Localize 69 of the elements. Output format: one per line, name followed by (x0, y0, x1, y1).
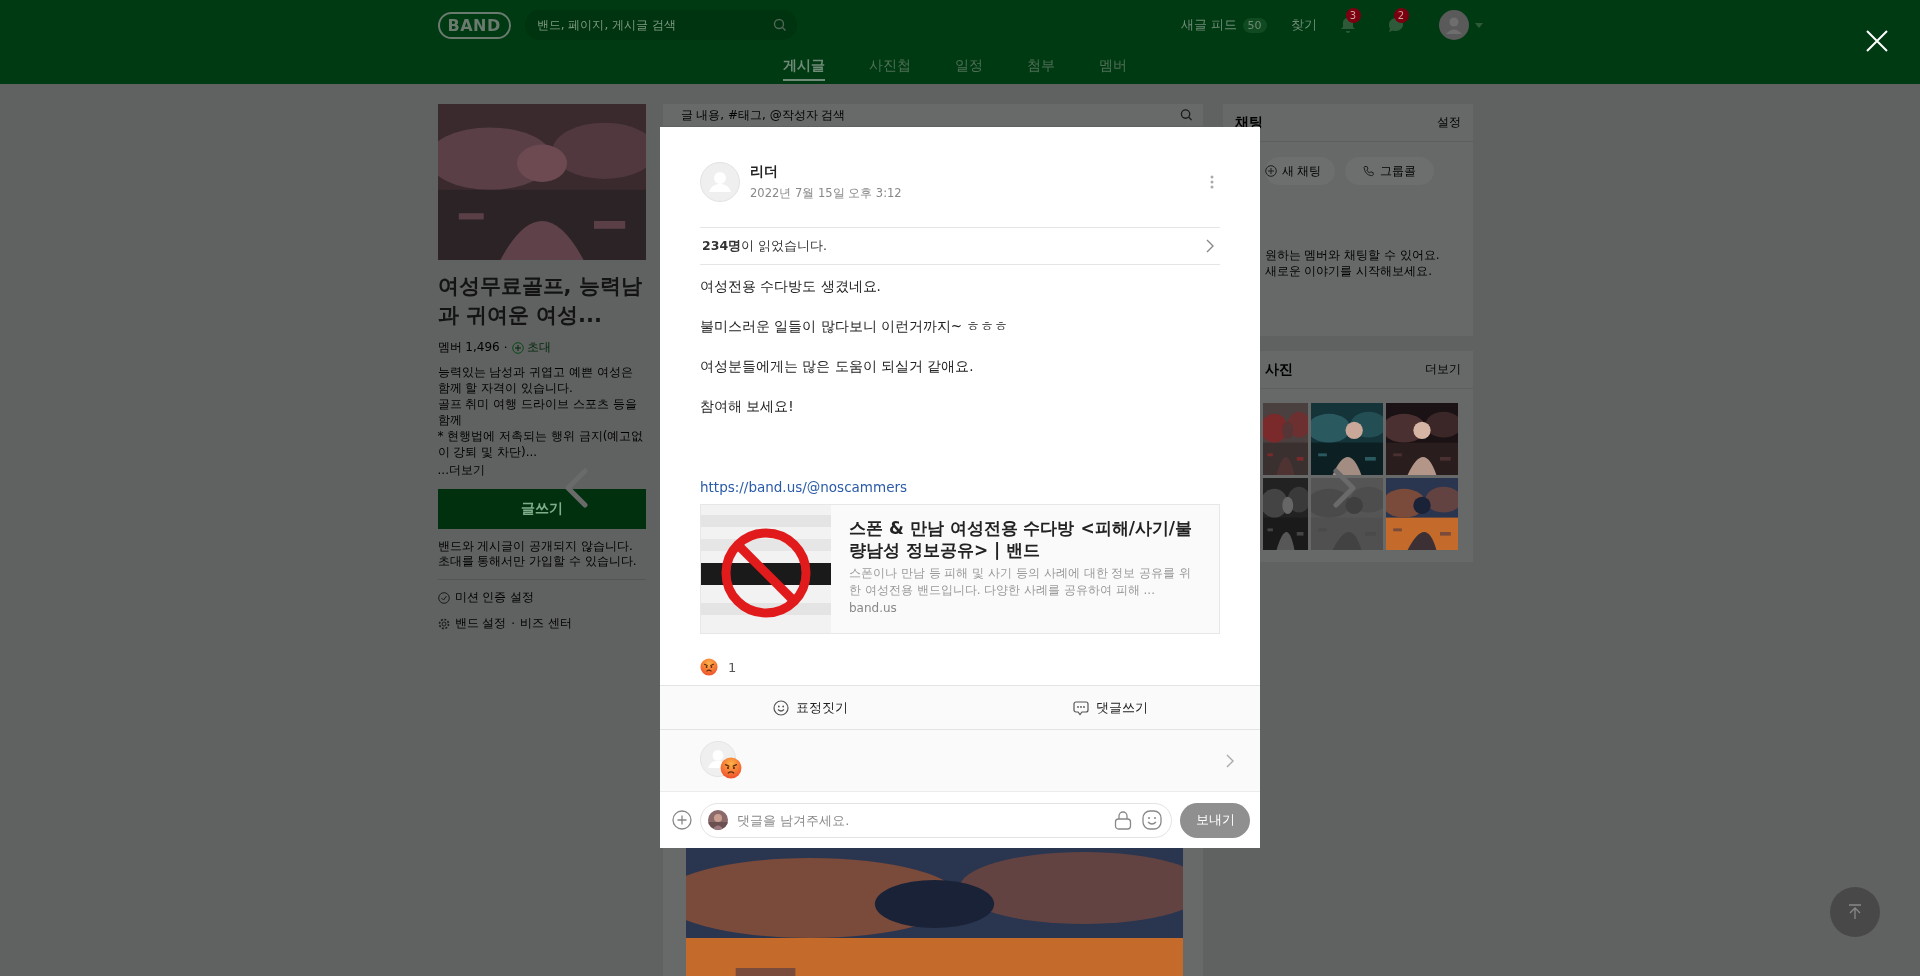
search-icon[interactable] (772, 18, 787, 32)
lock-icon[interactable] (1114, 809, 1132, 830)
band-logo[interactable]: BAND (437, 11, 511, 39)
more-link[interactable]: 더보기 (1424, 361, 1461, 378)
reaction-count: 1 (728, 659, 737, 675)
post-link[interactable]: https://band.us/@noscammers (700, 479, 908, 495)
feed-count: 50 (1242, 17, 1267, 33)
post-action-button[interactable]: 댓글쓰기 (960, 686, 1260, 729)
read-count-row[interactable]: 234명이 읽었습니다. (700, 227, 1220, 265)
write-button[interactable]: 글쓰기 (437, 489, 646, 529)
smiley-icon[interactable] (1142, 809, 1162, 830)
notification-button[interactable]: 2 (1378, 10, 1413, 40)
nav-tab[interactable]: 게시글 (783, 53, 825, 81)
author-name: 리더 (750, 163, 779, 181)
find-link[interactable]: 찾기 (1290, 16, 1317, 34)
more-menu-icon[interactable] (1210, 175, 1214, 189)
settings-link[interactable]: 미션 인증 설정 (454, 589, 535, 606)
arrow-up-icon (1848, 904, 1862, 920)
avatar-icon (700, 162, 740, 202)
plus-circle-icon (1264, 165, 1277, 177)
nav-tab[interactable]: 사진첩 (869, 53, 911, 81)
search-icon[interactable] (1179, 108, 1193, 122)
preview-domain: band.us (849, 601, 898, 615)
notification-button[interactable]: 3 (1330, 10, 1365, 40)
chevron-right-icon (1226, 753, 1234, 768)
nav-tab[interactable]: 멤버 (1099, 53, 1127, 81)
invite-link[interactable]: 초대 (511, 339, 551, 356)
plus-circle-icon (511, 341, 524, 354)
chevron-right-icon (1206, 239, 1214, 253)
settings-link[interactable]: 비즈 센터 (520, 615, 572, 632)
read-count: 234명이 읽었습니다. (702, 237, 829, 255)
count-badge: 2 (1393, 8, 1409, 23)
profile-avatar-icon[interactable] (1438, 10, 1469, 40)
angry-emoji-icon (700, 658, 718, 676)
phone-icon (1363, 165, 1376, 177)
close-icon[interactable] (1866, 30, 1888, 52)
preview-description: 스폰이나 만남 등 피해 및 사기 등의 사례에 대한 정보 공유를 위한 여성전용 밴드입니다. 다양한 사례를 공유하여 피해 ... (849, 565, 1192, 599)
check-circle-icon (437, 591, 450, 604)
post-search-field[interactable]: 글 내용, #태그, @작성자 검색 (662, 104, 1203, 126)
add-icon[interactable] (672, 810, 692, 830)
post-action-button[interactable]: 표정짓기 (660, 686, 960, 729)
angry-emoji-icon (720, 756, 742, 779)
gear-icon (437, 617, 450, 630)
chat-hint: 원하는 멤버와 채팅할 수 있어요. 새로운 이야기를 시작해보세요. (1264, 247, 1441, 279)
privacy-notice: 밴드와 게시글이 공개되지 않습니다. 초대를 통해서만 가입할 수 있습니다. (437, 539, 646, 580)
link-preview-card[interactable]: 스폰 & 만남 여성전용 수다방 <피해/사기/불량남성 정보공유> | 밴드 스폰이나 만남 등 피해 및 사기 등의 사례에 대한 정보 공유를 위한 여성전용 밴드입니다. 다양한 사례를 공유하여 피해 ... band.us (700, 504, 1220, 634)
settings-link[interactable]: 설정 (1436, 114, 1461, 131)
preview-title: 스폰 & 만남 여성전용 수다방 <피해/사기/불량남성 정보공유> | 밴드 (849, 517, 1194, 561)
separator-dot: · (503, 340, 508, 355)
band-title: 여성무료골프, 능력남과 귀여운 여성... (437, 273, 643, 329)
chat-button[interactable]: 그룹콜 (1345, 157, 1435, 185)
search-field[interactable]: 밴드, 페이지, 게시글 검색 (524, 10, 797, 40)
member-count: 멤버 1,496 (437, 339, 500, 356)
separator-dot: · (511, 616, 516, 631)
post-date: 2022년 7월 15일 오후 3:12 (750, 186, 902, 201)
more-link[interactable]: ...더보기 (437, 462, 485, 479)
nav-tab[interactable]: 첨부 (1027, 53, 1055, 81)
count-badge: 3 (1345, 8, 1361, 23)
band-description: 능력있는 남성과 귀엽고 예쁜 여성은 함께 할 자격이 있습니다. 골프 취미 여행 드라이브 스포츠 등을 함께 * 현행법에 저촉되는 행위 금지(예고없이 강퇴 및 차단)... (437, 364, 645, 460)
caret-icon[interactable] (1474, 22, 1483, 28)
smiley-icon (772, 699, 789, 716)
new-feed-link[interactable]: 새글 피드 (1181, 16, 1238, 34)
nav-tab[interactable]: 일정 (955, 53, 983, 81)
post-text: 여성전용 수다방도 생겼네요. 불미스러운 일들이 많다보니 이런거까지~ ㅎㅎㅎ 여성분들에게는 많은 도움이 되실거 같애요. 참여해 보세요! (700, 277, 1010, 416)
settings-link[interactable]: 밴드 설정 (454, 615, 507, 632)
chat-button[interactable]: 새 채팅 (1264, 157, 1336, 185)
panel-title: 사진 (1264, 360, 1293, 379)
scroll-top-button[interactable] (1830, 887, 1880, 937)
comment-icon (1072, 699, 1089, 716)
